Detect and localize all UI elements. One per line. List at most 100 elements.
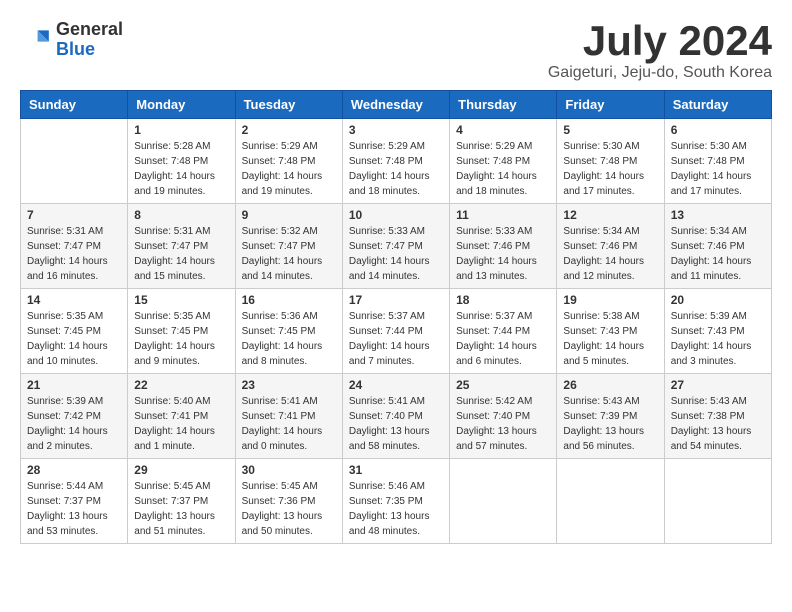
day-number: 27 <box>671 378 765 392</box>
day-number: 12 <box>563 208 657 222</box>
day-info: Sunrise: 5:33 AMSunset: 7:46 PMDaylight:… <box>456 224 550 284</box>
calendar-cell: 18 Sunrise: 5:37 AMSunset: 7:44 PMDayligh… <box>450 289 557 374</box>
day-number: 7 <box>27 208 121 222</box>
calendar-cell: 6 Sunrise: 5:30 AMSunset: 7:48 PMDaylight… <box>664 119 771 204</box>
day-number: 21 <box>27 378 121 392</box>
day-info: Sunrise: 5:30 AMSunset: 7:48 PMDaylight:… <box>671 139 765 199</box>
day-number: 13 <box>671 208 765 222</box>
calendar-cell <box>21 119 128 204</box>
calendar-cell <box>664 459 771 544</box>
calendar-cell: 23 Sunrise: 5:41 AMSunset: 7:41 PMDayligh… <box>235 374 342 459</box>
day-info: Sunrise: 5:30 AMSunset: 7:48 PMDaylight:… <box>563 139 657 199</box>
calendar-cell: 24 Sunrise: 5:41 AMSunset: 7:40 PMDayligh… <box>342 374 449 459</box>
calendar-cell: 9Sunrise: 5:32 AMSunset: 7:47 PMDaylight… <box>235 204 342 289</box>
calendar-cell: 12Sunrise: 5:34 AMSunset: 7:46 PMDayligh… <box>557 204 664 289</box>
day-number: 10 <box>349 208 443 222</box>
calendar-cell: 16Sunrise: 5:36 AMSunset: 7:45 PMDayligh… <box>235 289 342 374</box>
month-title: July 2024 <box>548 20 772 62</box>
day-number: 17 <box>349 293 443 307</box>
title-area: July 2024 Gaigeturi, Jeju-do, South Kore… <box>548 20 772 82</box>
calendar-cell: 28 Sunrise: 5:44 AMSunset: 7:37 PMDayligh… <box>21 459 128 544</box>
day-number: 2 <box>242 123 336 137</box>
day-number: 25 <box>456 378 550 392</box>
day-info: Sunrise: 5:29 AMSunset: 7:48 PMDaylight:… <box>456 139 550 199</box>
calendar-cell: 11Sunrise: 5:33 AMSunset: 7:46 PMDayligh… <box>450 204 557 289</box>
day-number: 30 <box>242 463 336 477</box>
calendar-cell: 31 Sunrise: 5:46 AMSunset: 7:35 PMDayligh… <box>342 459 449 544</box>
weekday-header-friday: Friday <box>557 91 664 119</box>
day-number: 28 <box>27 463 121 477</box>
day-info: Sunrise: 5:35 AMSunset: 7:45 PMDaylight:… <box>27 309 121 369</box>
week-row-3: 14 Sunrise: 5:35 AMSunset: 7:45 PMDayligh… <box>21 289 772 374</box>
day-info: Sunrise: 5:46 AMSunset: 7:35 PMDaylight:… <box>349 479 443 539</box>
logo: General Blue <box>20 20 123 60</box>
day-info: Sunrise: 5:37 AMSunset: 7:44 PMDaylight:… <box>456 309 550 369</box>
day-info: Sunrise: 5:29 AMSunset: 7:48 PMDaylight:… <box>349 139 443 199</box>
day-number: 6 <box>671 123 765 137</box>
day-info: Sunrise: 5:40 AMSunset: 7:41 PMDaylight:… <box>134 394 228 454</box>
weekday-header-tuesday: Tuesday <box>235 91 342 119</box>
day-info: Sunrise: 5:39 AMSunset: 7:42 PMDaylight:… <box>27 394 121 454</box>
day-number: 16 <box>242 293 336 307</box>
calendar-cell: 5Sunrise: 5:30 AMSunset: 7:48 PMDaylight… <box>557 119 664 204</box>
week-row-1: 1 Sunrise: 5:28 AMSunset: 7:48 PMDaylight… <box>21 119 772 204</box>
day-info: Sunrise: 5:41 AMSunset: 7:40 PMDaylight:… <box>349 394 443 454</box>
day-number: 29 <box>134 463 228 477</box>
day-info: Sunrise: 5:37 AMSunset: 7:44 PMDaylight:… <box>349 309 443 369</box>
day-info: Sunrise: 5:34 AMSunset: 7:46 PMDaylight:… <box>671 224 765 284</box>
weekday-header-row: SundayMondayTuesdayWednesdayThursdayFrid… <box>21 91 772 119</box>
day-info: Sunrise: 5:29 AMSunset: 7:48 PMDaylight:… <box>242 139 336 199</box>
day-number: 24 <box>349 378 443 392</box>
calendar-cell: 19Sunrise: 5:38 AMSunset: 7:43 PMDayligh… <box>557 289 664 374</box>
day-info: Sunrise: 5:31 AMSunset: 7:47 PMDaylight:… <box>27 224 121 284</box>
week-row-4: 21 Sunrise: 5:39 AMSunset: 7:42 PMDayligh… <box>21 374 772 459</box>
weekday-header-monday: Monday <box>128 91 235 119</box>
day-info: Sunrise: 5:42 AMSunset: 7:40 PMDaylight:… <box>456 394 550 454</box>
week-row-2: 7 Sunrise: 5:31 AMSunset: 7:47 PMDaylight… <box>21 204 772 289</box>
day-info: Sunrise: 5:41 AMSunset: 7:41 PMDaylight:… <box>242 394 336 454</box>
logo-icon <box>20 24 52 56</box>
day-info: Sunrise: 5:33 AMSunset: 7:47 PMDaylight:… <box>349 224 443 284</box>
calendar-cell: 8 Sunrise: 5:31 AMSunset: 7:47 PMDaylight… <box>128 204 235 289</box>
calendar-cell: 3 Sunrise: 5:29 AMSunset: 7:48 PMDaylight… <box>342 119 449 204</box>
logo-text: General Blue <box>56 20 123 60</box>
day-number: 23 <box>242 378 336 392</box>
calendar-cell: 13 Sunrise: 5:34 AMSunset: 7:46 PMDayligh… <box>664 204 771 289</box>
day-number: 4 <box>456 123 550 137</box>
week-row-5: 28 Sunrise: 5:44 AMSunset: 7:37 PMDayligh… <box>21 459 772 544</box>
day-number: 31 <box>349 463 443 477</box>
day-info: Sunrise: 5:45 AMSunset: 7:37 PMDaylight:… <box>134 479 228 539</box>
location-subtitle: Gaigeturi, Jeju-do, South Korea <box>548 64 772 82</box>
weekday-header-saturday: Saturday <box>664 91 771 119</box>
day-info: Sunrise: 5:31 AMSunset: 7:47 PMDaylight:… <box>134 224 228 284</box>
page-header: General Blue July 2024 Gaigeturi, Jeju-d… <box>20 20 772 82</box>
weekday-header-wednesday: Wednesday <box>342 91 449 119</box>
day-number: 1 <box>134 123 228 137</box>
day-number: 19 <box>563 293 657 307</box>
calendar-cell: 1 Sunrise: 5:28 AMSunset: 7:48 PMDaylight… <box>128 119 235 204</box>
day-number: 8 <box>134 208 228 222</box>
calendar-cell: 29 Sunrise: 5:45 AMSunset: 7:37 PMDayligh… <box>128 459 235 544</box>
day-number: 18 <box>456 293 550 307</box>
calendar-cell: 20 Sunrise: 5:39 AMSunset: 7:43 PMDayligh… <box>664 289 771 374</box>
calendar-cell: 17 Sunrise: 5:37 AMSunset: 7:44 PMDayligh… <box>342 289 449 374</box>
day-info: Sunrise: 5:43 AMSunset: 7:39 PMDaylight:… <box>563 394 657 454</box>
day-info: Sunrise: 5:35 AMSunset: 7:45 PMDaylight:… <box>134 309 228 369</box>
day-info: Sunrise: 5:28 AMSunset: 7:48 PMDaylight:… <box>134 139 228 199</box>
day-info: Sunrise: 5:39 AMSunset: 7:43 PMDaylight:… <box>671 309 765 369</box>
day-number: 3 <box>349 123 443 137</box>
calendar-cell: 27Sunrise: 5:43 AMSunset: 7:38 PMDayligh… <box>664 374 771 459</box>
day-number: 20 <box>671 293 765 307</box>
day-number: 26 <box>563 378 657 392</box>
calendar-cell: 15Sunrise: 5:35 AMSunset: 7:45 PMDayligh… <box>128 289 235 374</box>
calendar-cell <box>450 459 557 544</box>
day-number: 22 <box>134 378 228 392</box>
day-info: Sunrise: 5:44 AMSunset: 7:37 PMDaylight:… <box>27 479 121 539</box>
calendar-cell: 22 Sunrise: 5:40 AMSunset: 7:41 PMDayligh… <box>128 374 235 459</box>
day-number: 14 <box>27 293 121 307</box>
calendar-cell: 21 Sunrise: 5:39 AMSunset: 7:42 PMDayligh… <box>21 374 128 459</box>
calendar-cell: 7 Sunrise: 5:31 AMSunset: 7:47 PMDaylight… <box>21 204 128 289</box>
day-info: Sunrise: 5:45 AMSunset: 7:36 PMDaylight:… <box>242 479 336 539</box>
day-number: 9 <box>242 208 336 222</box>
weekday-header-sunday: Sunday <box>21 91 128 119</box>
